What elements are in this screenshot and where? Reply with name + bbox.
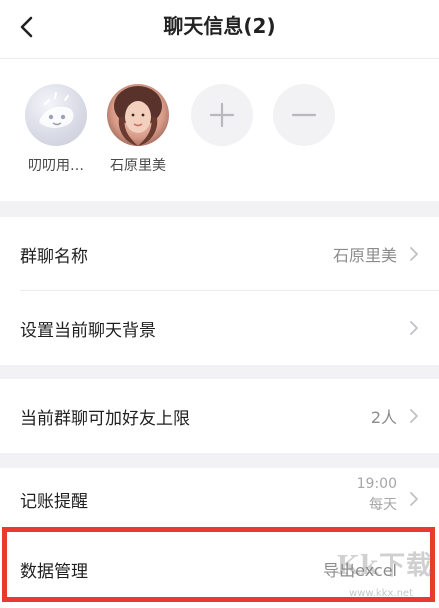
row-label: 记账提醒 — [20, 491, 88, 512]
member-item[interactable]: 石原里美 — [98, 84, 178, 175]
member-list: 叨叨用… 石原里美 — [0, 59, 439, 201]
chevron-left-icon — [20, 16, 33, 38]
reminder-frequency: 每天 — [369, 497, 397, 513]
member-name: 叨叨用… — [28, 158, 84, 174]
friend-limit-row[interactable]: 当前群聊可加好友上限 2人 — [0, 379, 439, 453]
reminder-time: 19:00 — [356, 476, 397, 492]
page-title: 聊天信息(2) — [163, 14, 276, 38]
avatar[interactable] — [107, 84, 169, 146]
reminder-row[interactable]: 记账提醒 19:00 每天 — [0, 468, 439, 530]
minus-icon — [291, 113, 317, 117]
remove-member-button[interactable] — [273, 84, 335, 146]
friend-limit-value: 2人 — [370, 408, 397, 427]
data-management-row[interactable]: 数据管理 导出excel — [0, 530, 439, 608]
chevron-right-icon — [410, 492, 418, 506]
member-name: 石原里美 — [110, 158, 166, 174]
group-name-value: 石原里美 — [332, 246, 397, 265]
chat-background-row[interactable]: 设置当前聊天背景 — [0, 291, 439, 365]
section-gap — [0, 365, 439, 379]
add-member[interactable] — [182, 84, 262, 146]
remove-member[interactable] — [264, 84, 344, 146]
chevron-right-icon — [410, 247, 418, 261]
plus-icon — [209, 102, 235, 128]
member-item[interactable]: 叨叨用… — [16, 84, 96, 175]
ghost-avatar-icon — [39, 92, 74, 128]
back-button[interactable] — [14, 13, 42, 41]
avatar[interactable] — [25, 84, 87, 146]
row-label: 群聊名称 — [20, 246, 88, 267]
chevron-right-icon — [410, 409, 418, 423]
photo-avatar-icon — [114, 86, 162, 146]
group-name-row[interactable]: 群聊名称 石原里美 — [0, 217, 439, 291]
row-label: 当前群聊可加好友上限 — [20, 408, 190, 429]
reminder-schedule: 19:00 每天 — [357, 474, 397, 516]
row-label: 设置当前聊天背景 — [20, 320, 156, 341]
header-bar: 聊天信息(2) — [0, 0, 439, 59]
chevron-right-icon — [410, 321, 418, 335]
export-excel-value[interactable]: 导出excel — [323, 530, 397, 608]
add-member-button[interactable] — [191, 84, 253, 146]
section-gap — [0, 201, 439, 217]
section-gap — [0, 453, 439, 468]
row-label: 数据管理 — [20, 561, 88, 582]
